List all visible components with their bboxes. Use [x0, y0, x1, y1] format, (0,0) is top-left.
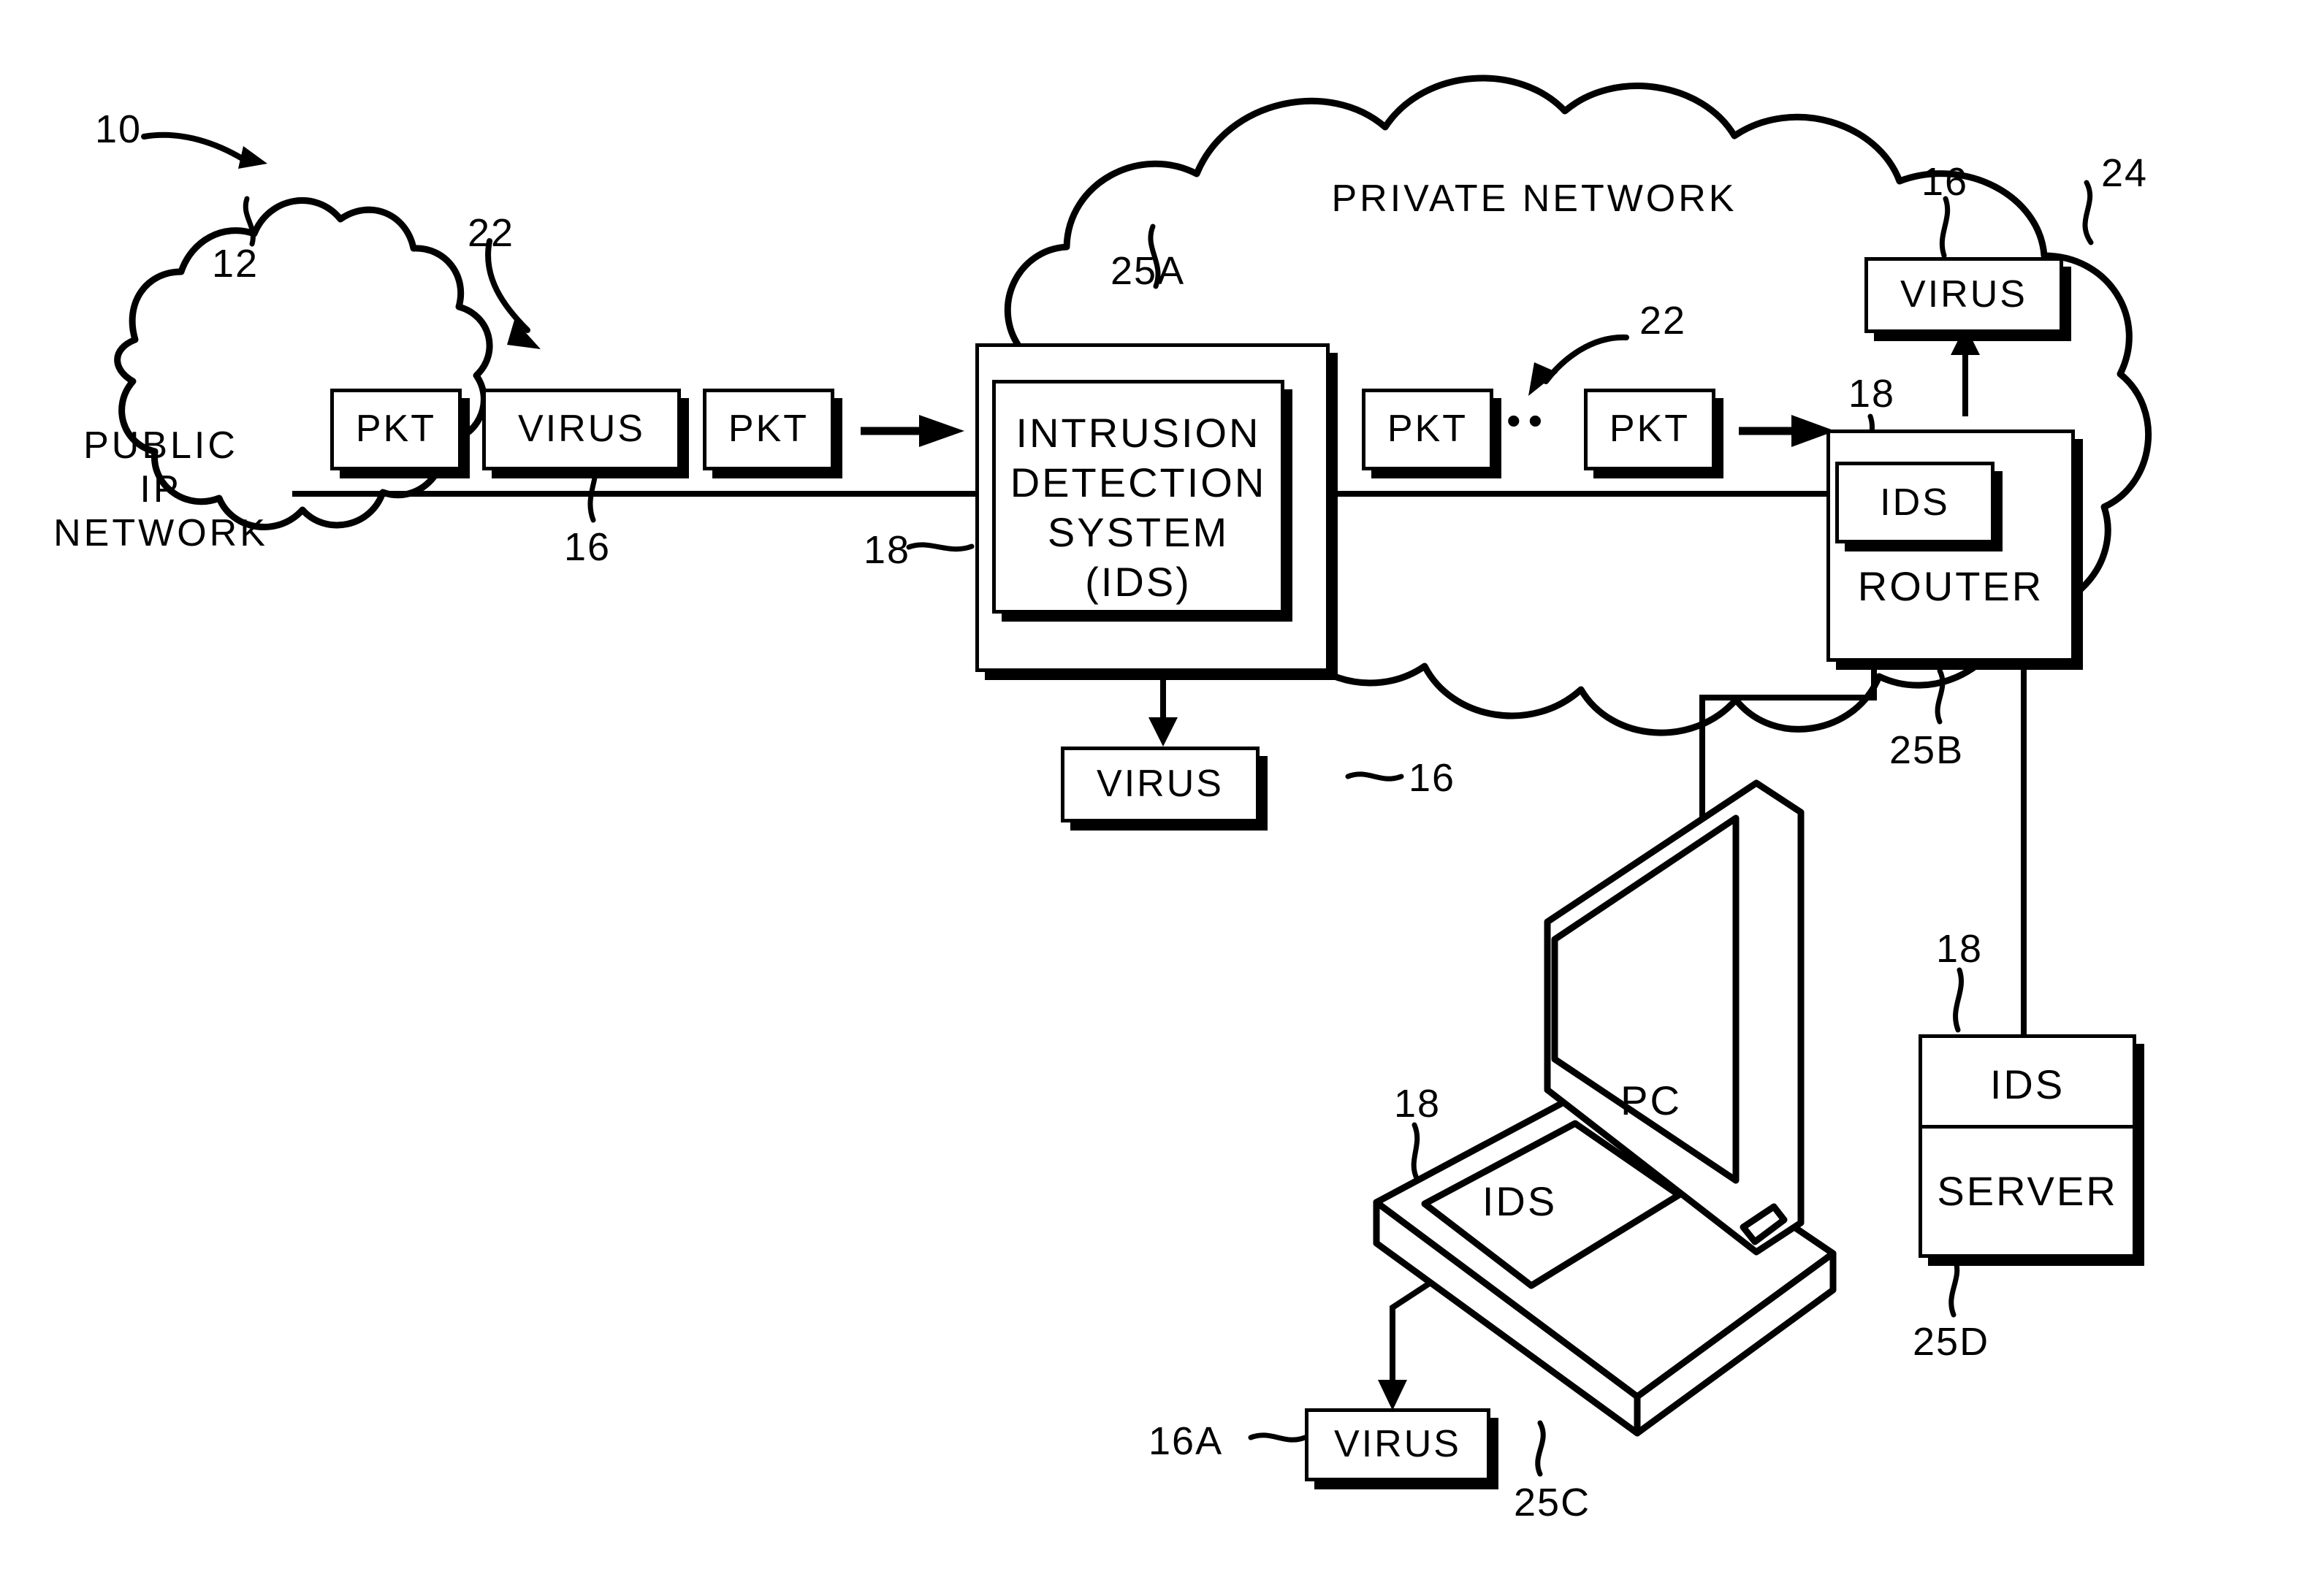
ref-16-ids-dropped-virus: 16 [1409, 756, 1456, 800]
packet-label: PKT [1387, 408, 1468, 451]
patent-figure-canvas: 10 12 PUBLIC IP NETWORK 22 PKT VIRUS PKT… [0, 0, 2324, 1569]
virus-label: VIRUS [1900, 273, 2027, 316]
packet-box-virus-1[interactable]: VIRUS [482, 389, 681, 470]
ref-18-server: 18 [1936, 927, 1984, 971]
packet-label: PKT [1609, 408, 1691, 451]
ref-18-router: 18 [1848, 372, 1896, 416]
leader-line-18-pc [1411, 1122, 1420, 1183]
router-dropped-virus-box[interactable]: VIRUS [1864, 257, 2063, 333]
packet-box-pkt-4[interactable]: PKT [1584, 389, 1715, 470]
pc-dropped-virus-box[interactable]: VIRUS [1305, 1408, 1490, 1481]
ref-25a: 25A [1110, 249, 1186, 293]
leader-line-12 [243, 196, 256, 247]
pc-screen-label: PC [1620, 1077, 1682, 1123]
server-label: SERVER [1937, 1168, 2118, 1214]
ref-16-router-dropped-virus: 16 [1921, 160, 1969, 204]
ref-24: 24 [2101, 151, 2149, 195]
packet-label: VIRUS [518, 408, 645, 451]
pc-laptop-illustration [1373, 779, 1837, 1437]
ref-10: 10 [95, 107, 142, 151]
virus-label: VIRUS [1334, 1423, 1461, 1466]
leader-line-16-router-virus [1939, 196, 1951, 259]
ref-10-arrow [141, 131, 246, 162]
ids-appliance-label-line-1: INTRUSION [1016, 410, 1261, 456]
ref-22-right-arrowhead [1528, 362, 1558, 396]
leader-line-25c [1535, 1420, 1546, 1477]
packet-label: PKT [728, 408, 809, 451]
pc-ids-label: IDS [1482, 1178, 1558, 1224]
ref-10-arrowhead [238, 146, 267, 169]
server-box-divider [1919, 1125, 2136, 1129]
ids-appliance-label-line-3: SYSTEM [1047, 509, 1230, 555]
virus-label: VIRUS [1097, 763, 1224, 806]
arrow-into-ids-head [919, 415, 964, 447]
public-network-label-line-2: IP [140, 468, 182, 511]
leader-line-16a [1248, 1432, 1308, 1443]
leader-line-16-ids-virus [1345, 771, 1404, 782]
router-label: ROUTER [1857, 563, 2044, 609]
leader-line-18-server [1953, 967, 1964, 1033]
ids-dropped-virus-box[interactable]: VIRUS [1061, 747, 1260, 822]
ref-25d: 25D [1913, 1320, 1990, 1364]
leader-line-24 [2082, 180, 2094, 245]
private-network-label: PRIVATE NETWORK [1331, 177, 1737, 220]
server-ids-label: IDS [1989, 1061, 2065, 1107]
public-network-label-line-1: PUBLIC [83, 424, 238, 467]
ref-25c: 25C [1514, 1481, 1591, 1524]
ref-16-inbound-virus: 16 [564, 525, 612, 569]
packet-box-pkt-2[interactable]: PKT [703, 389, 834, 470]
leader-line-25d [1948, 1255, 1960, 1318]
ref-22-right-arrow [1543, 334, 1629, 384]
ref-18-ids-appliance: 18 [864, 528, 911, 572]
arrow-ids-to-virus-head [1148, 717, 1178, 747]
packet-box-pkt-3[interactable]: PKT [1362, 389, 1493, 470]
arrow-pc-to-virus-head [1378, 1380, 1407, 1410]
ids-appliance-label-line-2: DETECTION [1010, 459, 1267, 505]
ref-12: 12 [212, 242, 259, 286]
leader-line-25b [1935, 668, 1946, 725]
ref-18-pc: 18 [1394, 1082, 1441, 1126]
packet-box-pkt-1[interactable]: PKT [330, 389, 462, 470]
packet-label: PKT [355, 408, 437, 451]
leader-line-18-ids [906, 542, 975, 552]
ids-appliance-label-line-4: (IDS) [1085, 559, 1192, 605]
public-network-label-line-3: NETWORK [53, 512, 268, 554]
ref-22-left: 22 [468, 211, 515, 255]
ref-16a: 16A [1148, 1419, 1224, 1463]
packet-stream-ellipsis: •• [1506, 397, 1550, 443]
ref-22-right: 22 [1639, 299, 1687, 343]
ref-25b: 25B [1889, 728, 1965, 772]
router-ids-label: IDS [1880, 481, 1950, 524]
